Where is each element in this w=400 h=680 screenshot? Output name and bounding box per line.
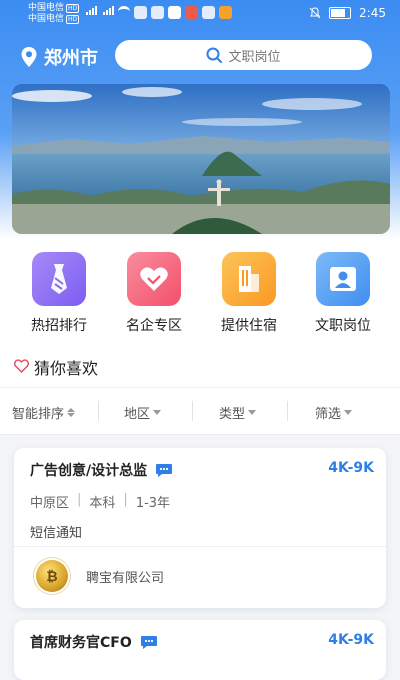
handshake-heart-icon: [127, 252, 181, 306]
filter-label: 类型: [219, 407, 246, 422]
video-app-icon: [219, 6, 232, 19]
dropdown-arrow-icon: [344, 410, 353, 415]
signal-icon: [86, 6, 114, 15]
quick-link-label: 提供住宿: [221, 318, 277, 334]
company-logo: ₿: [36, 560, 68, 592]
separator: |: [77, 492, 82, 507]
dropdown-arrow-icon: [248, 410, 257, 415]
filter-label: 地区: [124, 407, 151, 422]
notification-icons: [118, 6, 232, 19]
quick-link-famous-companies[interactable]: 名企专区: [114, 252, 194, 335]
necktie-icon: [32, 252, 86, 306]
quick-link-clerical-jobs[interactable]: 文职岗位: [303, 252, 383, 335]
chat-bubble-icon[interactable]: [155, 463, 173, 477]
filter-sort[interactable]: 智能排序: [12, 403, 76, 422]
job-title: 广告创意/设计总监: [30, 463, 148, 479]
job-salary: 4K-9K: [328, 632, 374, 648]
job-card[interactable]: 广告创意/设计总监 4K-9K 中原区 | 本科 | 1-3年 短信通知 ₿ 聘…: [14, 448, 386, 608]
separator: |: [123, 492, 128, 507]
status-bar: 中国电信 HD 中国电信 HD 2:45: [0, 0, 400, 28]
job-meta: 中原区 | 本科 | 1-3年: [30, 492, 170, 511]
search-icon: [206, 47, 223, 63]
filter-region[interactable]: 地区: [124, 403, 162, 422]
job-experience: 1-3年: [135, 496, 171, 511]
message-notification-icon: [151, 6, 164, 19]
app-notification-icon: [202, 6, 215, 19]
quick-links: 热招排行 名企专区 提供住宿 文职岗位: [0, 240, 400, 345]
location-pin-icon: [21, 47, 37, 67]
dropdown-arrow-icon: [153, 410, 162, 415]
job-card[interactable]: 首席财务官CFO 4K-9K: [14, 620, 386, 680]
quick-link-label: 热招排行: [31, 318, 87, 334]
city-name: 郑州市: [44, 48, 98, 69]
city-landscape-image: [12, 84, 390, 234]
filter-more[interactable]: 筛选: [315, 403, 353, 422]
carrier-2: 中国电信: [28, 14, 65, 24]
divider: [14, 546, 386, 547]
clock: 2:45: [359, 6, 386, 20]
building-icon: [222, 252, 276, 306]
job-salary: 4K-9K: [328, 460, 374, 476]
quick-link-housing[interactable]: 提供住宿: [209, 252, 289, 335]
wifi-icon: [118, 6, 130, 17]
filter-bar: 智能排序 地区 类型 筛选: [0, 388, 400, 435]
company-name: 聘宝有限公司: [86, 570, 165, 586]
search-bar[interactable]: 文职岗位: [115, 40, 372, 70]
filter-type[interactable]: 类型: [219, 403, 257, 422]
filter-label: 筛选: [315, 407, 342, 422]
search-placeholder: 文职岗位: [228, 49, 281, 65]
sort-arrows-icon: [67, 408, 76, 417]
job-notice: 短信通知: [30, 526, 83, 541]
job-district: 中原区: [30, 496, 70, 511]
promo-banner[interactable]: [12, 84, 390, 234]
section-title: 猜你喜欢: [34, 359, 99, 378]
divider: [98, 401, 99, 421]
location-selector[interactable]: 郑州市: [20, 44, 98, 70]
chat-bubble-icon[interactable]: [140, 635, 158, 649]
quick-link-hot-jobs[interactable]: 热招排行: [19, 252, 99, 335]
person-badge-icon: [316, 252, 370, 306]
hd-badge: HD: [66, 15, 80, 24]
app-notification-icon: [134, 6, 147, 19]
job-education: 本科: [89, 496, 116, 511]
job-title: 首席财务官CFO: [30, 635, 132, 651]
app-notification-icon: [185, 6, 198, 19]
guess-you-like-header: 猜你喜欢: [0, 345, 400, 388]
quick-link-label: 名企专区: [126, 318, 182, 334]
divider: [287, 401, 288, 421]
hd-badge: HD: [66, 4, 80, 13]
company-info[interactable]: ₿ 聘宝有限公司: [36, 560, 164, 592]
filter-label: 智能排序: [12, 407, 65, 422]
quick-link-label: 文职岗位: [315, 318, 371, 334]
divider: [192, 401, 193, 421]
battery-icon: [329, 7, 352, 19]
app-notification-icon: [168, 6, 181, 19]
silent-bell-icon: [309, 7, 321, 19]
carrier-1: 中国电信: [28, 3, 65, 13]
heart-outline-icon: [14, 359, 29, 373]
company-logo-glyph: ₿: [46, 568, 58, 585]
